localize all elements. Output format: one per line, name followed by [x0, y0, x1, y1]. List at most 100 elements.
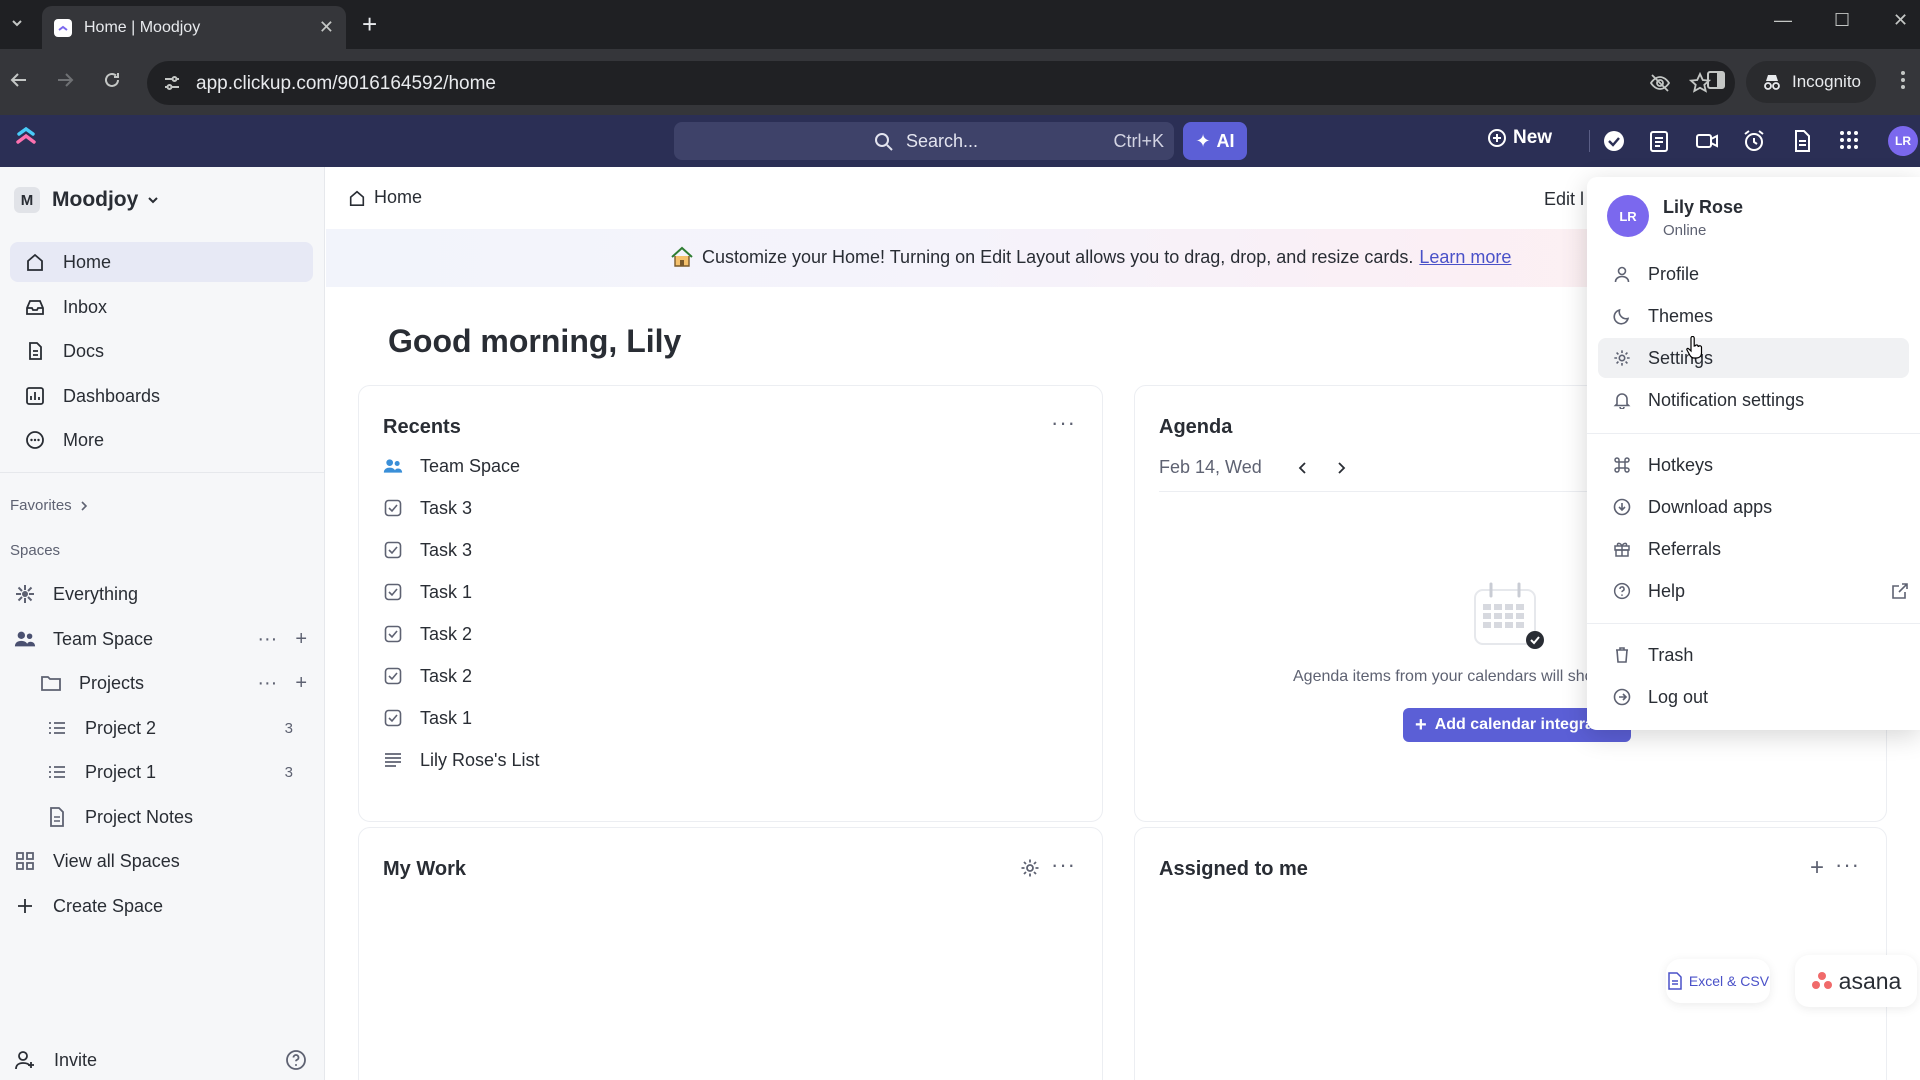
chevron-right-icon[interactable] [1334, 461, 1348, 475]
address-bar[interactable]: app.clickup.com/9016164592/home [147, 61, 1735, 105]
sidebar-item-project-notes[interactable]: Project Notes [10, 798, 313, 836]
add-icon[interactable]: + [295, 628, 307, 651]
maximize-icon[interactable]: ☐ [1834, 10, 1850, 31]
logout-icon [1612, 688, 1632, 706]
ai-button[interactable]: ✦ AI [1183, 122, 1247, 160]
new-tab-button[interactable]: + [362, 11, 377, 37]
tab-search-button[interactable] [6, 12, 28, 34]
tab-close-icon[interactable]: ✕ [319, 17, 334, 38]
recent-item[interactable]: Lily Rose's List [383, 745, 539, 775]
sidebar-item-home[interactable]: Home [10, 242, 313, 282]
document-icon[interactable] [1791, 129, 1813, 153]
spaces-section: Spaces [10, 542, 60, 559]
recent-item[interactable]: Team Space [383, 451, 520, 481]
user-avatar[interactable]: LR [1888, 126, 1918, 156]
check-circle-icon[interactable] [1602, 129, 1626, 153]
video-icon[interactable] [1695, 129, 1719, 153]
recent-item[interactable]: Task 3 [383, 493, 472, 523]
sidebar-item-team-space[interactable]: Team Space ··· + [10, 620, 313, 658]
add-icon[interactable]: + [1810, 854, 1824, 882]
browser-tab-active[interactable]: Home | Moodjoy ✕ [42, 6, 346, 49]
menu-item-referrals[interactable]: Referrals [1598, 529, 1909, 569]
recent-item-label: Task 2 [420, 665, 473, 686]
help-circle-icon[interactable] [285, 1049, 307, 1071]
agenda-date-nav: Feb 14, Wed [1159, 457, 1348, 478]
hand-cursor-icon [1685, 336, 1703, 360]
reload-icon[interactable] [101, 69, 123, 91]
sidebar-item-inbox[interactable]: Inbox [10, 287, 313, 327]
apps-grid-icon[interactable] [1838, 129, 1860, 151]
menu-divider [1587, 623, 1920, 624]
gear-icon[interactable] [1020, 858, 1040, 878]
more-dots-icon[interactable]: ··· [257, 628, 277, 651]
alarm-clock-icon[interactable] [1742, 129, 1766, 153]
search-bar[interactable]: Search... Ctrl+K [674, 122, 1174, 160]
eye-off-icon[interactable] [1649, 73, 1671, 93]
menu-item-download-apps[interactable]: Download apps [1598, 487, 1909, 527]
breadcrumb[interactable]: Home [348, 187, 422, 208]
menu-item-log-out[interactable]: Log out [1598, 677, 1909, 717]
back-icon[interactable] [8, 69, 30, 91]
sidebar-item-more[interactable]: More [10, 420, 313, 460]
new-button[interactable]: New [1487, 127, 1552, 149]
forward-icon[interactable] [54, 69, 76, 91]
more-dots-icon[interactable]: ··· [1051, 854, 1076, 876]
assigned-title: Assigned to me [1159, 858, 1308, 880]
window-close-icon[interactable]: ✕ [1893, 10, 1908, 31]
sparkle-icon: ✦ [1195, 130, 1211, 151]
user-name: Lily Rose [1663, 197, 1744, 217]
sidebar-item-view-all-spaces[interactable]: View all Spaces [10, 842, 313, 880]
chevron-left-icon[interactable] [1296, 461, 1310, 475]
recents-title: Recents [383, 416, 461, 438]
asana-import-chip[interactable]: asana [1795, 955, 1917, 1007]
menu-item-notification-settings[interactable]: Notification settings [1598, 380, 1909, 420]
menu-item-settings[interactable]: Settings [1598, 338, 1909, 378]
sidebar-item-dashboards[interactable]: Dashboards [10, 376, 313, 416]
edit-layout-button[interactable]: Edit l [1544, 189, 1584, 210]
sidebar-divider [0, 472, 325, 473]
recent-item[interactable]: Task 1 [383, 703, 472, 733]
site-settings-icon[interactable] [163, 74, 181, 92]
workspace-switcher[interactable]: M Moodjoy [14, 187, 160, 213]
user-plus-icon [14, 1049, 36, 1071]
grid-icon [14, 851, 36, 871]
menu-item-themes[interactable]: Themes [1598, 296, 1909, 336]
sidebar-item-label: View all Spaces [53, 850, 180, 871]
browser-menu-icon[interactable] [1900, 69, 1906, 91]
more-dots-icon[interactable]: ··· [1835, 854, 1860, 876]
recent-item[interactable]: Task 3 [383, 535, 472, 565]
tab-title: Home | Moodjoy [84, 18, 201, 36]
menu-item-profile[interactable]: Profile [1598, 254, 1909, 294]
clickup-logo-icon[interactable] [16, 127, 36, 151]
recent-item[interactable]: Task 2 [383, 661, 472, 691]
recent-item[interactable]: Task 1 [383, 577, 472, 607]
recent-item-label: Task 3 [420, 497, 473, 518]
sidebar-item-docs[interactable]: Docs [10, 331, 313, 371]
notepad-icon[interactable] [1648, 129, 1670, 153]
side-panel-icon[interactable] [1705, 69, 1727, 91]
sidebar-item-create-space[interactable]: Create Space [10, 887, 313, 925]
recent-item[interactable]: Task 2 [383, 619, 472, 649]
chevron-down-icon [148, 197, 159, 204]
sidebar-item-everything[interactable]: Everything [10, 575, 313, 613]
menu-item-label: Help [1648, 580, 1686, 601]
menu-item-label: Referrals [1648, 538, 1722, 559]
menu-item-hotkeys[interactable]: Hotkeys [1598, 445, 1909, 485]
sidebar-item-project-2[interactable]: Project 2 3 [10, 709, 313, 747]
learn-more-link[interactable]: Learn more [1419, 247, 1511, 268]
more-dots-icon[interactable]: ··· [257, 672, 277, 695]
clickup-favicon-icon [54, 18, 72, 37]
menu-item-label: Notification settings [1648, 389, 1805, 410]
more-dots-icon[interactable]: ··· [1051, 412, 1076, 434]
invite-button[interactable]: Invite [10, 1042, 313, 1078]
menu-item-help[interactable]: Help [1598, 571, 1909, 611]
minimize-icon[interactable]: — [1774, 10, 1792, 31]
sidebar-item-projects[interactable]: Projects ··· + [10, 664, 313, 702]
add-calendar-label: Add calendar integrat [1434, 716, 1600, 733]
sidebar-item-project-1[interactable]: Project 1 3 [10, 753, 313, 791]
add-icon[interactable]: + [295, 672, 307, 695]
incognito-badge[interactable]: Incognito [1746, 61, 1876, 103]
excel-csv-import-chip[interactable]: Excel & CSV [1666, 959, 1770, 1003]
menu-item-trash[interactable]: Trash [1598, 635, 1909, 675]
favorites-section[interactable]: Favorites [10, 497, 90, 514]
